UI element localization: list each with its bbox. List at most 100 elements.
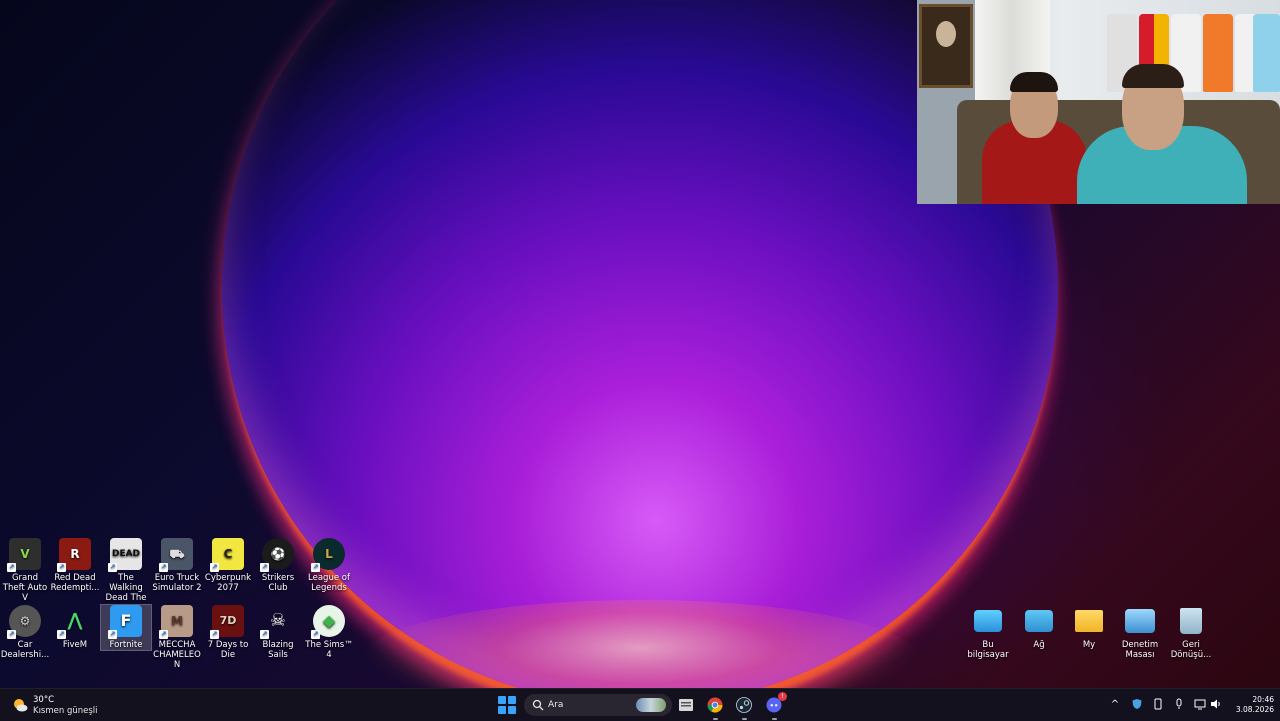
- shortcut-arrow-icon: ↗: [57, 630, 66, 639]
- desktop-icon-label: Cyberpunk 2077: [204, 573, 252, 593]
- shortcut-arrow-icon: ↗: [311, 563, 320, 572]
- desktop-icon-label: Geri Dönüşü...: [1170, 640, 1212, 660]
- chrome-icon: [707, 697, 723, 713]
- search-placeholder: Ara: [548, 700, 564, 710]
- control-panel-icon: [1125, 609, 1155, 633]
- usb-icon[interactable]: [1151, 698, 1165, 712]
- desktop-icon-recycle-bin[interactable]: Geri Dönüşü...: [1166, 605, 1216, 660]
- desktop-icon-red-dead[interactable]: R ↗ Red Dead Redempti...: [50, 538, 100, 593]
- network-icon: [1025, 610, 1053, 632]
- windows-logo-tile: [498, 696, 506, 704]
- desktop-icon-cyberpunk[interactable]: C ↗ Cyberpunk 2077: [203, 538, 253, 593]
- desktop-icon-control-panel[interactable]: Denetim Masası: [1115, 605, 1165, 660]
- partly-sunny-icon: [14, 699, 28, 712]
- shield-icon[interactable]: [1130, 698, 1144, 712]
- display-icon[interactable]: [1193, 698, 1207, 712]
- shortcut-arrow-icon: ↗: [7, 630, 16, 639]
- desktop-icon-7-days-to-die[interactable]: 7D ↗ 7 Days to Die: [203, 605, 253, 660]
- clock-date: 3.08.2026: [1235, 705, 1274, 714]
- desktop-icon-fortnite[interactable]: F ↗ Fortnite: [100, 604, 152, 651]
- desktop-icon-label: Bu bilgisayar: [967, 640, 1009, 660]
- webcam-jersey: [1253, 14, 1280, 92]
- clock-time: 20:46: [1252, 695, 1274, 704]
- shortcut-arrow-icon: ↗: [108, 563, 117, 572]
- desktop-icon-car-dealership[interactable]: ⚙ ↗ Car Dealershi...: [0, 605, 50, 660]
- windows-logo-tile: [498, 706, 506, 714]
- desktop-icon-euro-truck[interactable]: ⛟ ↗ Euro Truck Simulator 2: [152, 538, 202, 593]
- cyberpunk-icon: C ↗: [210, 538, 244, 572]
- file-explorer-icon: [679, 699, 693, 711]
- desktop-icon-sims-4[interactable]: ◆ ↗ The Sims™ 4: [304, 605, 354, 660]
- desktop-icon-label: Euro Truck Simulator 2: [152, 573, 202, 593]
- desktop-icon-blazing-sails[interactable]: ☠ ↗ Blazing Sails: [253, 605, 303, 660]
- search-icon: [532, 699, 544, 711]
- desktop-icon-label: FiveM: [62, 640, 88, 650]
- shortcut-arrow-icon: ↗: [311, 630, 320, 639]
- taskbar: 30°C Kısmen güneşli Ara ! ^ 20:46 3.08.2…: [0, 688, 1280, 721]
- chevron-up-icon[interactable]: ^: [1108, 698, 1122, 712]
- desktop-icon-label: Denetim Masası: [1121, 640, 1159, 660]
- shortcut-arrow-icon: ↗: [260, 630, 269, 639]
- taskbar-steam[interactable]: [734, 695, 754, 720]
- desktop-icon-label: Fortnite: [109, 640, 143, 650]
- desktop-icon-label: Blazing Sails: [262, 640, 294, 660]
- desktop-icon-my-folder[interactable]: My: [1064, 605, 1114, 650]
- desktop-icon-label: My: [1082, 640, 1096, 650]
- desktop-icon-label: Car Dealershi...: [0, 640, 50, 660]
- webcam-portrait-face: [936, 21, 956, 47]
- desktop-icon-walking-dead[interactable]: DEAD↗ The Walking Dead The ...: [101, 538, 151, 613]
- fortnite-icon: F ↗: [108, 605, 142, 639]
- system-clock[interactable]: 20:46 3.08.2026: [1228, 695, 1274, 715]
- microphone-icon[interactable]: [1172, 698, 1186, 712]
- desktop-icon-gta-v[interactable]: V ↗ Grand Theft Auto V: [0, 538, 50, 603]
- desktop-icon-label: Grand Theft Auto V: [2, 573, 48, 603]
- taskbar-chrome[interactable]: [705, 695, 725, 720]
- windows-logo-tile: [508, 696, 516, 704]
- desktop-icon-label: League of Legends: [308, 573, 350, 593]
- desktop-icon-this-pc[interactable]: Bu bilgisayar: [963, 605, 1013, 660]
- notification-badge: !: [778, 692, 787, 701]
- speaker-icon[interactable]: [1209, 698, 1223, 712]
- weather-widget[interactable]: 30°C Kısmen güneşli: [10, 694, 120, 716]
- weather-temperature: 30°C: [33, 695, 55, 705]
- start-button[interactable]: [498, 696, 516, 714]
- desktop-icon-label: MECCHA CHAMELEON: [153, 640, 201, 670]
- walking-dead-icon: DEAD ↗: [108, 538, 142, 572]
- windows-logo-tile: [508, 706, 516, 714]
- sims-4-icon: ◆ ↗: [311, 605, 345, 639]
- league-of-legends-icon: L ↗: [311, 538, 345, 572]
- shortcut-arrow-icon: ↗: [260, 563, 269, 572]
- desktop-icon-label: 7 Days to Die: [207, 640, 249, 660]
- blazing-sails-icon: ☠ ↗: [260, 610, 287, 639]
- gta-v-icon: V ↗: [7, 538, 41, 572]
- red-dead-redemption-icon: R ↗: [57, 538, 91, 572]
- search-highlight-image: [636, 698, 666, 712]
- weather-description: Kısmen güneşli: [33, 706, 98, 716]
- desktop-icon-label: Strikers Club: [261, 573, 295, 593]
- shortcut-arrow-icon: ↗: [159, 563, 168, 572]
- car-dealership-icon: ⚙ ↗: [7, 605, 41, 639]
- fivem-icon: ⋀ ↗: [57, 610, 83, 639]
- webcam-jersey: [1203, 14, 1233, 92]
- desktop-icon-league-of-legends[interactable]: L ↗ League of Legends: [304, 538, 354, 593]
- desktop-icon-strikers-club[interactable]: ⚽ ↗ Strikers Club: [253, 538, 303, 593]
- shortcut-arrow-icon: ↗: [7, 563, 16, 572]
- desktop-icon-network[interactable]: Ağ: [1014, 605, 1064, 650]
- taskbar-search[interactable]: Ara: [524, 694, 672, 716]
- shortcut-arrow-icon: ↗: [57, 563, 66, 572]
- desktop-icon-label: Red Dead Redempti...: [50, 573, 100, 593]
- webcam-portrait-frame: [919, 4, 973, 88]
- desktop-icon-label: The Sims™ 4: [305, 640, 353, 660]
- shortcut-arrow-icon: ↗: [108, 630, 117, 639]
- webcam-overlay: [917, 0, 1280, 204]
- euro-truck-icon: ⛟ ↗: [159, 538, 193, 572]
- steam-icon: [736, 697, 752, 713]
- taskbar-discord[interactable]: !: [764, 692, 787, 720]
- seven-days-to-die-icon: 7D ↗: [210, 605, 244, 639]
- recycle-bin-icon: [1180, 608, 1202, 634]
- desktop-icon-meccha-chameleon[interactable]: M ↗ MECCHA CHAMELEON: [152, 605, 202, 670]
- taskbar-file-explorer[interactable]: [676, 695, 696, 715]
- desktop-icon-label: Ağ: [1033, 640, 1045, 650]
- desktop-icon-fivem[interactable]: ⋀ ↗ FiveM: [50, 605, 100, 650]
- this-pc-icon: [974, 610, 1002, 632]
